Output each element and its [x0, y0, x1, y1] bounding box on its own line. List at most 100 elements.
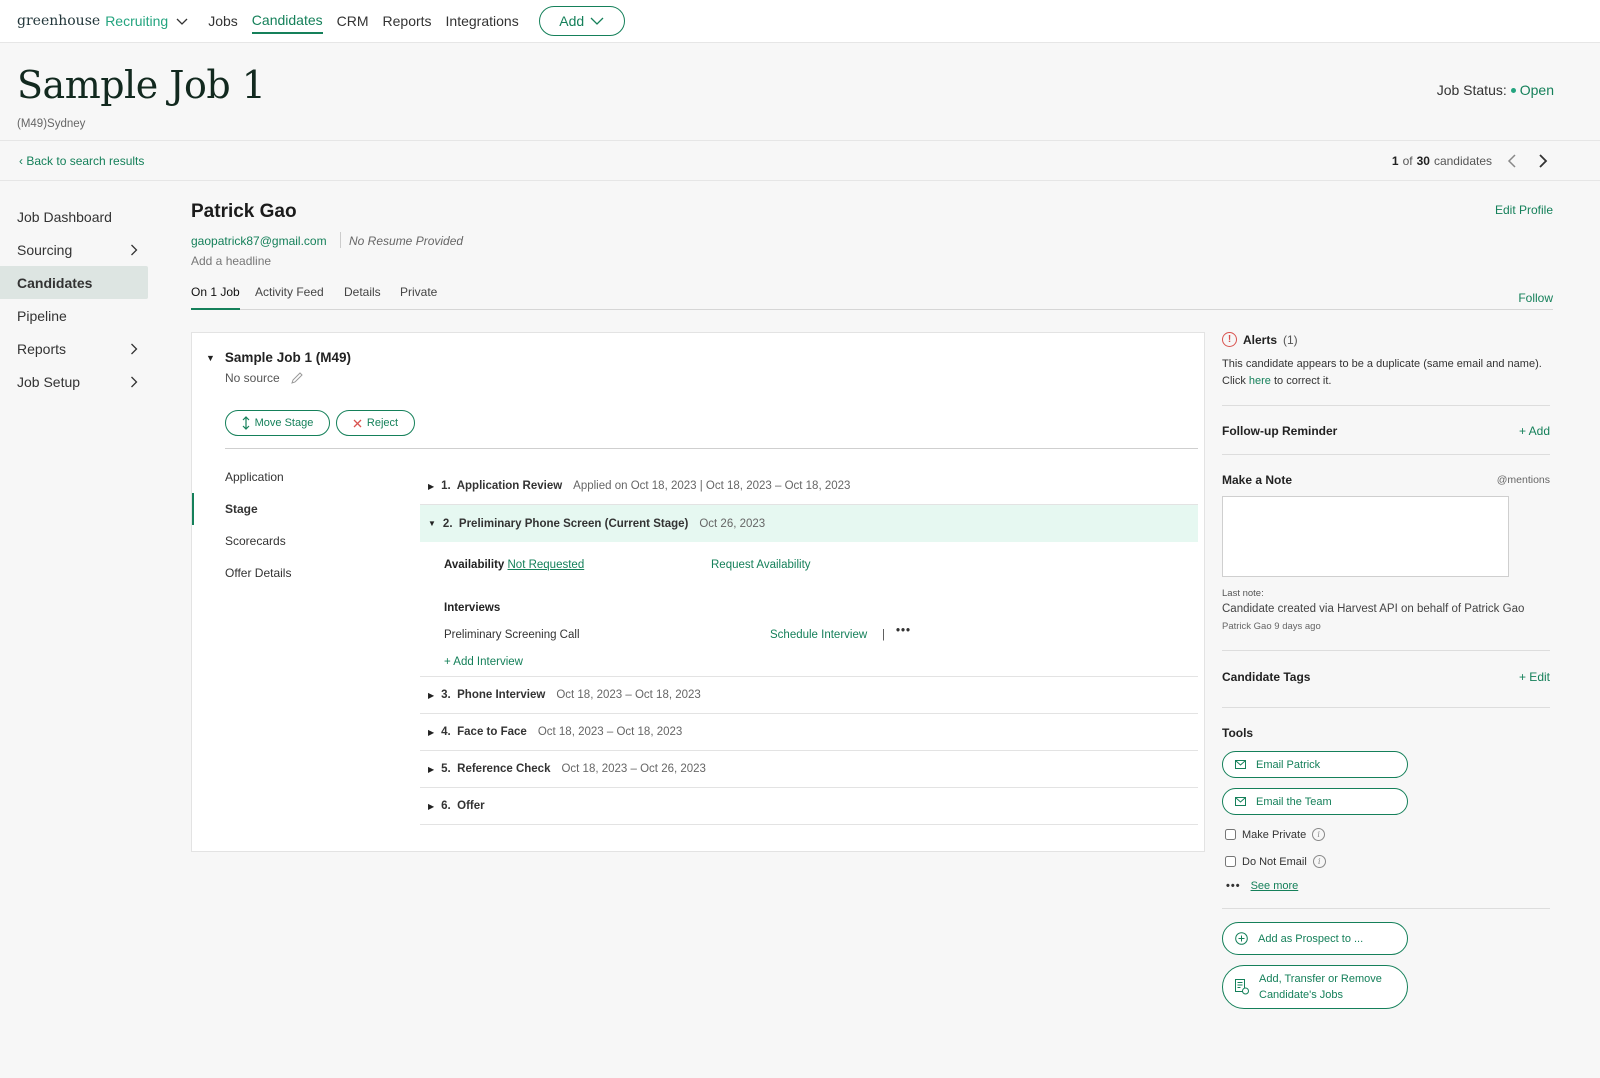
note-input[interactable]: [1222, 496, 1509, 577]
stage-row[interactable]: ▶ 5. Reference Check Oct 18, 2023 – Oct …: [420, 751, 1198, 788]
info-icon[interactable]: i: [1312, 855, 1326, 868]
availability-status-link[interactable]: Not Requested: [508, 559, 585, 571]
alert-text-2: to correct it.: [1274, 375, 1332, 387]
candidate-email-link[interactable]: gaopatrick87@gmail.com: [191, 234, 327, 248]
stage-row[interactable]: ▶ 1. Application Review Applied on Oct 1…: [420, 468, 1198, 505]
request-availability-link[interactable]: Request Availability: [711, 559, 811, 571]
stage-dates: Oct 18, 2023 – Oct 18, 2023: [537, 726, 683, 738]
tab-private[interactable]: Private: [400, 285, 437, 310]
mail-icon: [1235, 760, 1246, 769]
tab-on-1-job[interactable]: On 1 Job: [191, 285, 240, 310]
do-not-email-input[interactable]: [1225, 856, 1236, 867]
job-status: Job Status: Open: [1437, 82, 1554, 98]
tags-edit-link[interactable]: + Edit: [1519, 670, 1550, 684]
stage-row[interactable]: ▶ 6. Offer: [420, 788, 1198, 825]
previous-candidate-icon[interactable]: [1504, 152, 1522, 170]
email-patrick-button[interactable]: Email Patrick: [1222, 751, 1408, 778]
schedule-interview-link[interactable]: Schedule Interview: [770, 629, 867, 641]
sidebar-item-candidates[interactable]: Candidates: [0, 266, 148, 299]
chevron-down-icon: [590, 17, 604, 25]
sidebar-item-reports[interactable]: Reports: [0, 332, 148, 365]
pager-of: of: [1402, 154, 1413, 168]
info-icon[interactable]: i: [1312, 828, 1326, 841]
expand-triangle-icon: ▶: [428, 727, 435, 737]
add-button[interactable]: Add: [538, 6, 625, 36]
alerts-label: Alerts: [1243, 332, 1278, 347]
more-options-icon[interactable]: •••: [896, 625, 911, 637]
collapse-triangle-icon: ▼: [428, 519, 436, 528]
next-candidate-icon[interactable]: [1534, 152, 1552, 170]
alert-text-1: This candidate appears to be a duplicate…: [1222, 358, 1542, 370]
brand-name: greenhouse: [17, 13, 101, 29]
alerts-header: ! Alerts (1): [1222, 332, 1298, 347]
add-as-prospect-button[interactable]: Add as Prospect to ...: [1222, 922, 1408, 955]
greenhouse-logo[interactable]: greenhouse Recruiting: [17, 13, 188, 29]
transfer-jobs-button[interactable]: Add, Transfer or Remove Candidate's Jobs: [1222, 965, 1408, 1009]
job-sidebar: Job Dashboard Sourcing Candidates Pipeli…: [0, 200, 148, 398]
stage-number: 2.: [442, 517, 453, 530]
followup-add-link[interactable]: + Add: [1519, 424, 1550, 438]
sidebar-item-job-setup[interactable]: Job Setup: [0, 365, 148, 398]
stage-number: 3.: [441, 689, 451, 701]
make-private-input[interactable]: [1225, 829, 1236, 840]
see-more-link[interactable]: See more: [1251, 880, 1299, 892]
stage-row[interactable]: ▶ 4. Face to Face Oct 18, 2023 – Oct 18,…: [420, 714, 1198, 751]
nav-reports[interactable]: Reports: [383, 9, 432, 33]
close-icon: [353, 419, 362, 427]
interview-name: Preliminary Screening Call: [444, 629, 580, 641]
edit-profile-link[interactable]: Edit Profile: [1495, 203, 1553, 217]
tags-heading: Candidate Tags: [1222, 670, 1311, 684]
sidebar-item-label: Pipeline: [17, 307, 67, 324]
alert-click: Click: [1222, 375, 1246, 387]
stage-row[interactable]: ▶ 3. Phone Interview Oct 18, 2023 – Oct …: [420, 677, 1198, 714]
availability: Availability Not Requested: [444, 559, 584, 571]
reject-button[interactable]: Reject: [336, 410, 415, 436]
follow-link[interactable]: Follow: [1518, 291, 1553, 305]
subnav-offer-details[interactable]: Offer Details: [192, 557, 412, 589]
job-card-title[interactable]: ▼ Sample Job 1 (M49): [206, 350, 351, 365]
job-source: No source: [225, 371, 304, 385]
divider: [340, 232, 341, 248]
email-team-button[interactable]: Email the Team: [1222, 788, 1408, 815]
see-more[interactable]: ••• See more: [1226, 880, 1298, 892]
nav-crm[interactable]: CRM: [337, 9, 369, 33]
do-not-email-checkbox[interactable]: Do Not Email i: [1225, 855, 1326, 868]
make-private-checkbox[interactable]: Make Private i: [1225, 828, 1326, 841]
subnav-stage[interactable]: Stage: [192, 493, 412, 525]
sidebar-item-pipeline[interactable]: Pipeline: [0, 299, 148, 332]
job-card-title-text: Sample Job 1 (M49): [224, 350, 351, 365]
add-interview-link[interactable]: + Add Interview: [444, 656, 523, 668]
nav-candidates[interactable]: Candidates: [251, 8, 323, 34]
divider: [225, 448, 1198, 449]
stage-name: 4. Face to Face: [441, 726, 527, 738]
divider: |: [882, 629, 885, 641]
nav-jobs[interactable]: Jobs: [208, 9, 238, 33]
job-subnav: Application Stage Scorecards Offer Detai…: [192, 461, 412, 589]
chevron-right-icon: [131, 244, 138, 255]
pencil-icon[interactable]: [290, 371, 304, 385]
back-to-search-link[interactable]: ‹ Back to search results: [19, 154, 144, 168]
move-stage-button[interactable]: Move Stage: [225, 410, 330, 436]
stage-dates: Oct 18, 2023 – Oct 26, 2023: [561, 763, 706, 775]
sidebar-item-sourcing[interactable]: Sourcing: [0, 233, 148, 266]
pager-total: 30: [1416, 154, 1430, 168]
sidebar-item-label: Job Setup: [17, 373, 81, 390]
sidebar-item-job-dashboard[interactable]: Job Dashboard: [0, 200, 148, 233]
stage-row-current[interactable]: ▼ 2. Preliminary Phone Screen (Current S…: [420, 505, 1198, 542]
top-nav: greenhouse Recruiting Jobs Candidates CR…: [0, 0, 1600, 43]
stage-number: 4.: [441, 726, 451, 738]
tab-details[interactable]: Details: [344, 285, 381, 310]
move-stage-label: Move Stage: [254, 417, 314, 429]
subnav-scorecards[interactable]: Scorecards: [192, 525, 412, 557]
tab-activity-feed[interactable]: Activity Feed: [255, 285, 324, 310]
alert-here-link[interactable]: here: [1249, 375, 1271, 387]
collapse-triangle-icon: ▼: [206, 352, 215, 363]
more-dots-icon: •••: [1226, 880, 1241, 892]
stage-title: Reference Check: [457, 763, 551, 775]
job-header: Sample Job 1 (M49)Sydney Job Status: Open: [0, 43, 1600, 141]
alert-icon: !: [1222, 332, 1237, 347]
transfer-line-1: Add, Transfer or Remove: [1259, 973, 1382, 985]
nav-integrations[interactable]: Integrations: [446, 9, 519, 33]
subnav-application[interactable]: Application: [192, 461, 412, 493]
add-headline-field[interactable]: Add a headline: [191, 254, 271, 268]
